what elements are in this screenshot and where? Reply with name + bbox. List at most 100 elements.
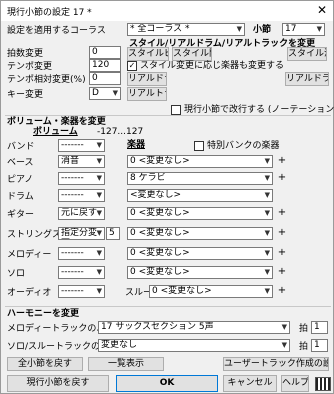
- instrument-select-bass[interactable]: 0 <変更なし> ▼: [127, 155, 273, 168]
- chevron-down-icon: ▼: [316, 25, 322, 33]
- plus-icon[interactable]: +: [277, 247, 287, 259]
- chevron-down-icon: ▼: [112, 89, 118, 97]
- volume-select-strings[interactable]: 指定分変更▼: [58, 227, 105, 240]
- style-instrument-label: スタイル変更に応じ楽器も変更する: [140, 61, 285, 71]
- chevron-down-icon: ▼: [264, 209, 270, 217]
- key-select-value: D: [92, 88, 99, 98]
- bar-settings-dialog: 現行小節の設定 17 * ✕ 設定を適用するコーラス * 全コーラス * ▼ 小節…: [0, 0, 334, 394]
- strings-volume-amount-input[interactable]: 5: [106, 227, 120, 240]
- ok-button[interactable]: OK: [116, 375, 218, 392]
- plus-icon[interactable]: +: [277, 266, 287, 278]
- volume-value: -------: [61, 248, 84, 258]
- tempo-relative-input[interactable]: 0: [89, 72, 121, 85]
- volume-select-piano[interactable]: ------- ▼: [58, 172, 105, 185]
- row-label-band: バンド: [7, 142, 35, 152]
- instrument-select-guitar[interactable]: 0 <変更なし> ▼: [127, 207, 273, 220]
- instrument-value: 8 ケラビ: [130, 173, 166, 183]
- time-sig-label: 拍数変更: [7, 49, 44, 59]
- volume-select-solo[interactable]: ------- ▼: [58, 266, 105, 279]
- volume-select-melody[interactable]: ------- ▼: [58, 247, 105, 260]
- bar-select[interactable]: 17 ▼: [282, 23, 325, 36]
- keyboard-icon[interactable]: [315, 377, 331, 391]
- chevron-down-icon: ▼: [96, 141, 102, 149]
- chevron-down-icon: ▼: [96, 209, 102, 217]
- help-button[interactable]: ヘルプ: [281, 375, 309, 392]
- instrument-value: 0 <変更なし>: [130, 267, 190, 277]
- row-label-guitar: ギター: [7, 210, 35, 220]
- chevron-down-icon: ▼: [264, 191, 270, 199]
- volume-range-hint: -127...127: [97, 127, 144, 137]
- instrument-select-melody[interactable]: 0 <変更なし> ▼: [127, 247, 273, 260]
- chevron-down-icon: ▼: [281, 323, 287, 331]
- chevron-down-icon: ▼: [96, 229, 102, 237]
- plus-icon[interactable]: +: [277, 285, 287, 297]
- row-label-strings: ストリングス: [7, 230, 62, 240]
- newline-checkbox[interactable]: [171, 105, 181, 115]
- title-bar: 現行小節の設定 17 * ✕: [1, 1, 333, 21]
- volume-value: 消音: [61, 156, 80, 166]
- list-view-button[interactable]: 一覧表示: [88, 357, 164, 371]
- solo-beat-input[interactable]: 1: [311, 339, 328, 352]
- chevron-down-icon: ▼: [264, 249, 270, 257]
- instrument-value: 0 <変更なし>: [130, 228, 190, 238]
- plus-icon[interactable]: +: [277, 172, 287, 184]
- solo-harmony-select[interactable]: 変更なし ▼: [98, 339, 290, 352]
- instrument-column-header: 楽器: [127, 140, 146, 150]
- row-label-solo: ソロ: [7, 269, 26, 279]
- realdrum-button[interactable]: リアルドラム: [127, 72, 167, 86]
- instrument-select-piano[interactable]: 8 ケラビ ▼: [127, 172, 273, 185]
- instrument-value: 0 <変更なし>: [130, 248, 190, 258]
- plus-icon[interactable]: +: [277, 155, 287, 167]
- time-sig-input[interactable]: 0: [89, 46, 121, 59]
- chevron-down-icon: ▼: [96, 174, 102, 182]
- style-pick-button[interactable]: スタイルピック: [127, 47, 169, 61]
- instrument-value: 0 <変更なし>: [152, 286, 212, 296]
- volume-select-drums[interactable]: ------- ▼: [58, 189, 105, 202]
- tempo-label: テンポ変更: [7, 62, 53, 72]
- volume-column-header: ボリューム: [33, 127, 78, 137]
- harmony-section-header: ハーモニーを変更: [7, 309, 80, 319]
- instrument-select-drums[interactable]: <変更なし> ▼: [127, 189, 273, 202]
- row-label-melody: メロディー: [7, 250, 52, 260]
- style-instrument-checkbox[interactable]: ✓: [127, 61, 137, 71]
- realtrack-button[interactable]: リアルトラック: [127, 87, 167, 101]
- instrument-select-audio[interactable]: 0 <変更なし> ▼: [149, 285, 273, 298]
- instrument-select-solo[interactable]: 0 <変更なし> ▼: [127, 266, 273, 279]
- chevron-down-icon: ▼: [281, 341, 287, 349]
- style-open-button[interactable]: スタイル開く: [172, 47, 212, 61]
- special-bank-checkbox[interactable]: [194, 141, 204, 151]
- volume-value: 指定分変更: [61, 228, 98, 238]
- user-track-settings-button[interactable]: ユーザートラック作成の設定: [223, 357, 329, 371]
- chevron-down-icon: ▼: [264, 287, 270, 295]
- close-icon[interactable]: ✕: [315, 3, 329, 17]
- volume-select-audio[interactable]: ------- ▼: [58, 285, 105, 298]
- chevron-down-icon: ▼: [96, 268, 102, 276]
- beat-label: 拍: [299, 324, 309, 334]
- melody-harmony-select[interactable]: 17 サックスセクション 5声 ▼: [98, 321, 290, 334]
- volume-value: 元に戻す: [61, 208, 98, 218]
- cancel-button[interactable]: キャンセル: [223, 375, 277, 392]
- volume-value: -------: [61, 286, 84, 296]
- apply-chorus-label: 設定を適用するコーラス: [7, 26, 106, 36]
- chorus-select[interactable]: * 全コーラス * ▼: [127, 23, 245, 36]
- tempo-input[interactable]: 120: [89, 59, 121, 72]
- bar-select-value: 17: [285, 24, 297, 34]
- plus-icon[interactable]: +: [277, 207, 287, 219]
- bar-label: 小節: [253, 25, 272, 35]
- volume-select-guitar[interactable]: 元に戻す ▼: [58, 207, 105, 220]
- special-bank-label: 特別バンクの楽器: [207, 141, 280, 151]
- realdrum-clear-button[interactable]: リアルドラム消: [285, 72, 329, 86]
- style-clear-button[interactable]: スタイル消: [287, 47, 327, 61]
- instrument-select-strings[interactable]: 0 <変更なし> ▼: [127, 227, 273, 240]
- volume-select-band[interactable]: ------- ▼: [58, 139, 105, 152]
- volume-select-bass[interactable]: 消音 ▼: [58, 155, 105, 168]
- key-select[interactable]: D ▼: [89, 87, 121, 100]
- reset-all-bars-button[interactable]: 全小節を戻す: [7, 357, 83, 371]
- chevron-down-icon: ▼: [264, 174, 270, 182]
- chevron-down-icon: ▼: [96, 191, 102, 199]
- volume-value: -------: [61, 173, 84, 183]
- melody-beat-input[interactable]: 1: [311, 321, 328, 334]
- row-label-bass: ベース: [7, 158, 34, 168]
- reset-current-bar-button[interactable]: 現行小節を戻す: [7, 375, 109, 392]
- plus-icon[interactable]: +: [277, 227, 287, 239]
